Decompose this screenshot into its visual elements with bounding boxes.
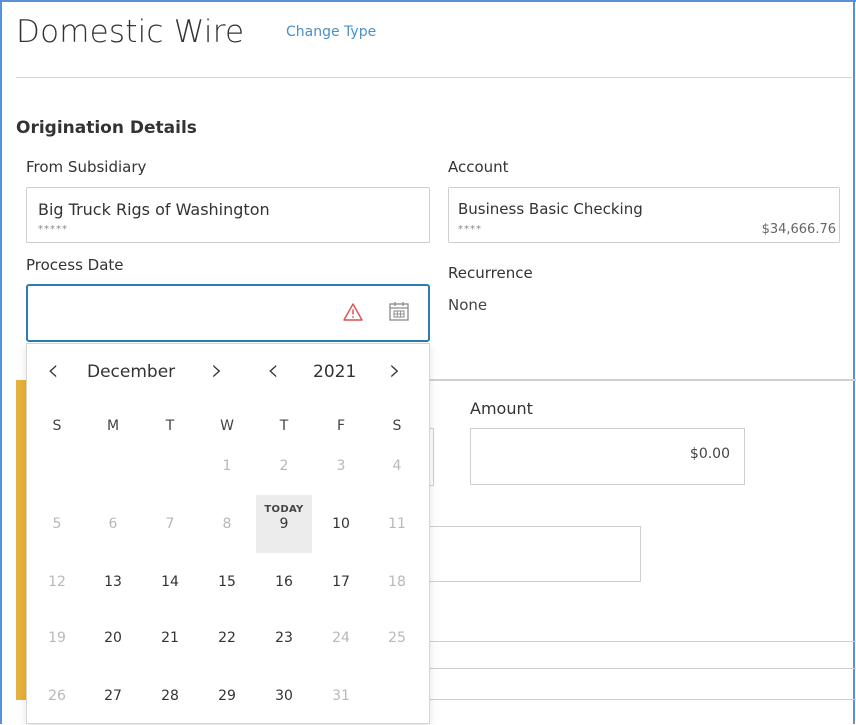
window-frame-right <box>853 0 855 724</box>
calendar-day: 19 <box>48 630 66 646</box>
date-picker-calendar: ‹ December › ‹ 2021 › SMTWTFS 1 2 3 4 5 6 7 8 TO… <box>26 343 430 724</box>
row-divider <box>430 668 856 669</box>
page-title: Domestic Wire <box>16 14 245 50</box>
calendar-day[interactable]: 28 <box>142 667 198 725</box>
divider <box>16 77 852 78</box>
calendar-icon[interactable] <box>388 300 410 322</box>
calendar-day: 26 <box>48 688 66 704</box>
section-divider <box>430 379 856 381</box>
chevron-right-icon[interactable]: › <box>211 356 223 386</box>
calendar-day: 31 <box>332 688 350 704</box>
from-subsidiary-label: From Subsidiary <box>26 158 147 176</box>
calendar-day: 2 <box>279 458 289 474</box>
weekday-header: F <box>336 418 346 434</box>
chevron-left-icon[interactable]: ‹ <box>267 356 279 386</box>
calendar-day: 5 <box>52 516 62 532</box>
calendar-month[interactable]: December <box>87 362 175 382</box>
weekday-header: T <box>165 418 175 434</box>
calendar-day: 7 <box>165 516 175 532</box>
calendar-day: 4 <box>392 458 402 474</box>
window-frame-top <box>0 0 856 2</box>
calendar-day: 3 <box>336 458 346 474</box>
calendar-day[interactable]: 10 <box>313 495 369 553</box>
calendar-day: 6 <box>108 516 118 532</box>
calendar-day: 24 <box>332 630 350 646</box>
window-frame-left <box>0 0 2 724</box>
from-subsidiary-select[interactable]: Big Truck Rigs of Washington ***** <box>26 187 430 243</box>
today-number: 9 <box>279 516 289 532</box>
calendar-day[interactable]: 22 <box>199 609 255 667</box>
process-date-label: Process Date <box>26 256 124 274</box>
weekday-header: S <box>52 418 62 434</box>
account-balance: $34,666.76 <box>761 222 836 237</box>
calendar-day[interactable]: 27 <box>85 667 141 725</box>
calendar-day: 11 <box>388 516 406 532</box>
calendar-year[interactable]: 2021 <box>313 362 356 382</box>
section-highlight-bar <box>16 380 26 700</box>
hidden-text-field[interactable] <box>420 526 641 582</box>
weekday-header: S <box>392 418 402 434</box>
calendar-day[interactable]: 30 <box>256 667 312 725</box>
chevron-left-icon[interactable]: ‹ <box>47 356 59 386</box>
account-masked: **** <box>458 224 482 235</box>
calendar-day[interactable]: 17 <box>313 553 369 611</box>
account-value: Business Basic Checking <box>458 200 643 218</box>
calendar-day[interactable]: 15 <box>199 553 255 611</box>
calendar-day[interactable]: 23 <box>256 609 312 667</box>
row-divider <box>430 641 856 642</box>
account-label: Account <box>448 158 509 176</box>
calendar-day[interactable]: 13 <box>85 553 141 611</box>
account-select[interactable]: Business Basic Checking **** $34,666.76 <box>448 187 840 243</box>
calendar-day: 1 <box>222 458 232 474</box>
recurrence-label: Recurrence <box>448 264 533 282</box>
chevron-right-icon[interactable]: › <box>389 356 401 386</box>
calendar-day: 18 <box>388 574 406 590</box>
calendar-day: 8 <box>222 516 232 532</box>
amount-input[interactable]: $0.00 <box>470 428 745 485</box>
calendar-day[interactable]: 16 <box>256 553 312 611</box>
weekday-header: T <box>279 418 289 434</box>
amount-label: Amount <box>470 399 533 418</box>
change-type-link[interactable]: Change Type <box>286 24 376 40</box>
calendar-day: 12 <box>48 574 66 590</box>
weekday-header: W <box>220 418 234 434</box>
calendar-day[interactable]: 20 <box>85 609 141 667</box>
calendar-day[interactable]: 29 <box>199 667 255 725</box>
amount-value: $0.00 <box>689 446 730 462</box>
today-label: TODAY <box>264 504 304 515</box>
calendar-day[interactable]: 14 <box>142 553 198 611</box>
section-title: Origination Details <box>16 118 197 138</box>
from-subsidiary-masked: ***** <box>38 224 68 235</box>
from-subsidiary-value: Big Truck Rigs of Washington <box>38 200 270 219</box>
warning-icon <box>343 303 363 321</box>
calendar-day-today[interactable]: TODAY 9 <box>256 495 312 553</box>
process-date-input[interactable] <box>26 284 430 342</box>
weekday-header: M <box>106 418 120 434</box>
calendar-day[interactable]: 21 <box>142 609 198 667</box>
calendar-day: 25 <box>388 630 406 646</box>
row-divider <box>430 699 856 700</box>
recurrence-value[interactable]: None <box>448 296 487 314</box>
